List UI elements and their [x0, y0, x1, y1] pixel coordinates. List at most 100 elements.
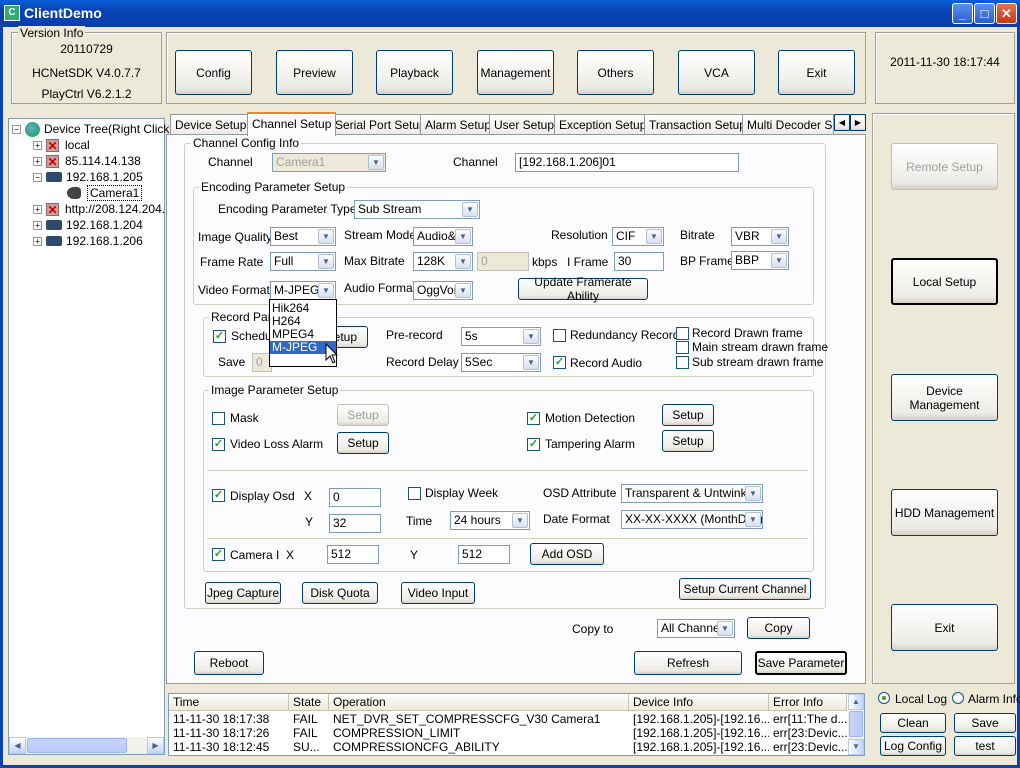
tree-hscrollbar[interactable]: ◀ ▶	[9, 737, 164, 754]
channel-ip-field[interactable]: [192.168.1.206]01	[515, 153, 739, 172]
setup-current-channel-button[interactable]: Setup Current Channel	[679, 578, 811, 600]
video-format-select[interactable]: M-JPEG ▼	[270, 281, 336, 300]
update-framerate-button[interactable]: Update Framerate Ability	[518, 275, 648, 303]
tree-node-http[interactable]: + ✕ http://208.124.204.1	[33, 201, 172, 217]
osd-y-input[interactable]: 32	[329, 514, 381, 533]
image-quality-select[interactable]: Best ▼	[270, 227, 336, 246]
local-setup-button[interactable]: Local Setup	[891, 258, 998, 305]
tab-alarm-setup[interactable]: Alarm Setup	[420, 114, 497, 135]
tab-scroll-right-icon[interactable]: ▶	[850, 114, 866, 131]
tree-node-local[interactable]: + ✕ local	[33, 137, 90, 153]
bp-frame-select[interactable]: BBP ▼	[731, 251, 789, 270]
save-log-button[interactable]: Save	[954, 713, 1016, 733]
copy-to-select[interactable]: All Channels ▼	[657, 619, 735, 638]
osd-attribute-select[interactable]: Transparent & Untwinkle ▼	[621, 484, 763, 503]
cam-y-input[interactable]: 512	[458, 545, 510, 564]
tampering-setup-button[interactable]: Setup	[662, 430, 714, 452]
expand-icon[interactable]: +	[33, 236, 42, 246]
motion-checkbox[interactable]: ✓	[527, 412, 540, 425]
sub-stream-checkbox[interactable]: ✓	[676, 356, 689, 369]
encoding-type-select[interactable]: Sub Stream ▼	[354, 200, 480, 219]
tree-node-204[interactable]: + 192.168.1.204	[33, 217, 143, 233]
record-audio-checkbox[interactable]: ✓	[553, 356, 566, 369]
log-row[interactable]: 11-11-30 18:17:38 FAIL NET_DVR_SET_COMPR…	[169, 712, 847, 726]
date-format-select[interactable]: XX-XX-XXXX (MonthDay) ▼	[621, 510, 763, 529]
frame-rate-select[interactable]: Full ▼	[270, 252, 336, 271]
device-management-button[interactable]: Device Management	[891, 374, 998, 421]
tree-node-85[interactable]: + ✕ 85.114.14.138	[33, 153, 141, 169]
tab-transaction-setup[interactable]: Transaction Setup	[644, 114, 751, 135]
scroll-left-icon[interactable]: ◀	[9, 737, 26, 754]
max-bitrate-input[interactable]: 0	[477, 252, 529, 271]
expand-icon[interactable]: +	[33, 204, 42, 214]
tab-channel-setup[interactable]: Channel Setup	[247, 112, 337, 136]
alarm-info-radio[interactable]	[952, 692, 964, 704]
video-input-button[interactable]: Video Input	[401, 582, 475, 604]
tab-device-setup[interactable]: Device Setup	[170, 114, 252, 135]
tree-node-camera1[interactable]: Camera1	[67, 185, 143, 201]
refresh-button[interactable]: Refresh	[634, 651, 742, 675]
jpeg-capture-button[interactable]: Jpeg Capture	[205, 582, 281, 604]
tab-scroll-left-icon[interactable]: ◀	[834, 114, 850, 131]
bitrate-select[interactable]: VBR ▼	[731, 227, 789, 246]
log-row[interactable]: 11-11-30 18:17:26 FAIL COMPRESSION_LIMIT…	[169, 726, 847, 740]
log-header-error-info[interactable]: Error Info	[769, 694, 847, 711]
drawn-frame-checkbox[interactable]: ✓	[676, 327, 689, 340]
mask-checkbox[interactable]: ✓	[212, 412, 225, 425]
tab-exception-setup[interactable]: Exception Setup	[554, 114, 652, 135]
osd-x-input[interactable]: 0	[329, 488, 381, 507]
log-header-time[interactable]: Time	[169, 694, 289, 711]
collapse-icon[interactable]: −	[33, 172, 42, 182]
display-osd-checkbox[interactable]: ✓	[212, 489, 225, 502]
tab-user-setup[interactable]: User Setup	[489, 114, 560, 135]
add-osd-button[interactable]: Add OSD	[530, 543, 604, 565]
log-header-state[interactable]: State	[289, 694, 329, 711]
cam-x-input[interactable]: 512	[327, 545, 379, 564]
video-loss-setup-button[interactable]: Setup	[337, 432, 389, 454]
record-delay-select[interactable]: 5Sec ▼	[461, 353, 541, 372]
device-tree[interactable]: − Device Tree(Right Click + ✕ local + ✕ …	[8, 118, 172, 755]
maximize-button[interactable]: □	[974, 3, 995, 24]
tab-multi-decoder[interactable]: Multi Decoder Set	[742, 114, 834, 135]
channel-select[interactable]: Camera1 ▼	[272, 153, 386, 172]
tab-serial-port-setup[interactable]: Serial Port Setup	[330, 114, 431, 135]
display-week-checkbox[interactable]: ✓	[408, 487, 421, 500]
mask-setup-button[interactable]: Setup	[337, 404, 389, 426]
preview-button[interactable]: Preview	[276, 50, 353, 95]
copy-button[interactable]: Copy	[747, 617, 810, 639]
prerecord-select[interactable]: 5s ▼	[461, 327, 541, 346]
iframe-input[interactable]: 30	[614, 252, 664, 271]
max-bitrate-select[interactable]: 128K ▼	[413, 252, 473, 271]
tree-root[interactable]: − Device Tree(Right Click	[12, 121, 169, 137]
reboot-button[interactable]: Reboot	[194, 651, 264, 675]
motion-setup-button[interactable]: Setup	[662, 404, 714, 426]
scroll-down-icon[interactable]: ▼	[848, 739, 864, 755]
audio-format-select[interactable]: OggVorl ▼	[413, 281, 473, 300]
tree-node-205[interactable]: − 192.168.1.205	[33, 169, 143, 185]
redundancy-checkbox[interactable]: ✓	[553, 329, 566, 342]
tree-node-206[interactable]: + 192.168.1.206	[33, 233, 143, 249]
vca-button[interactable]: VCA	[678, 50, 755, 95]
clean-log-button[interactable]: Clean	[880, 713, 946, 733]
log-config-button[interactable]: Log Config	[880, 736, 946, 756]
stream-mode-select[interactable]: Audio&V ▼	[413, 227, 473, 246]
disk-quota-button[interactable]: Disk Quota	[302, 582, 378, 604]
tampering-checkbox[interactable]: ✓	[527, 438, 540, 451]
time-format-select[interactable]: 24 hours ▼	[450, 511, 530, 530]
playback-button[interactable]: Playback	[376, 50, 453, 95]
exit-top-button[interactable]: Exit	[778, 50, 855, 95]
others-button[interactable]: Others	[577, 50, 654, 95]
expand-icon[interactable]: +	[33, 140, 42, 150]
scroll-thumb[interactable]	[849, 711, 863, 737]
minimize-button[interactable]: _	[952, 3, 973, 24]
scroll-right-icon[interactable]: ▶	[147, 737, 164, 754]
log-row[interactable]: 11-11-30 18:12:45 SU... COMPRESSIONCFG_A…	[169, 740, 847, 754]
remote-setup-button[interactable]: Remote Setup	[891, 143, 998, 190]
hdd-management-button[interactable]: HDD Management	[891, 489, 998, 536]
local-log-radio[interactable]	[878, 692, 890, 704]
scroll-thumb[interactable]	[27, 738, 127, 753]
scroll-up-icon[interactable]: ▲	[848, 694, 864, 710]
test-button[interactable]: test	[954, 736, 1016, 756]
log-header-operation[interactable]: Operation	[329, 694, 629, 711]
collapse-icon[interactable]: −	[12, 124, 21, 134]
